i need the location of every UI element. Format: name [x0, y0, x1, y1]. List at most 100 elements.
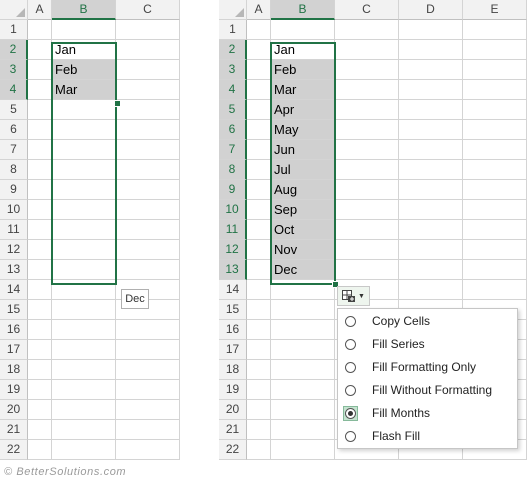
row-header-7[interactable]: 7 — [0, 140, 28, 160]
cell-b16[interactable] — [52, 320, 116, 340]
cell-a10[interactable] — [247, 200, 271, 220]
cell-d14[interactable] — [399, 280, 463, 300]
cell-c18[interactable] — [116, 360, 180, 380]
row-header-4[interactable]: 4 — [0, 80, 28, 100]
cell-a15[interactable] — [247, 300, 271, 320]
cell-b15[interactable] — [271, 300, 335, 320]
row-header-9[interactable]: 9 — [0, 180, 28, 200]
cell-a19[interactable] — [247, 380, 271, 400]
cell-a20[interactable] — [247, 400, 271, 420]
column-header-d[interactable]: D — [399, 0, 463, 20]
cell-c13[interactable] — [335, 260, 399, 280]
row-header-11[interactable]: 11 — [0, 220, 28, 240]
cell-b5[interactable] — [52, 100, 116, 120]
row-header-8[interactable]: 8 — [219, 160, 247, 180]
cell-a17[interactable] — [28, 340, 52, 360]
cell-c4[interactable] — [116, 80, 180, 100]
cell-c22[interactable] — [116, 440, 180, 460]
cell-b22[interactable] — [271, 440, 335, 460]
row-header-1[interactable]: 1 — [0, 20, 28, 40]
cell-e12[interactable] — [463, 240, 527, 260]
row-header-14[interactable]: 14 — [0, 280, 28, 300]
cell-e11[interactable] — [463, 220, 527, 240]
cell-d1[interactable] — [399, 20, 463, 40]
column-header-c[interactable]: C — [116, 0, 180, 20]
cell-b18[interactable] — [52, 360, 116, 380]
auto-fill-options-button[interactable]: ▼ — [337, 286, 370, 306]
cell-e6[interactable] — [463, 120, 527, 140]
cell-b9[interactable] — [52, 180, 116, 200]
cell-b2[interactable]: Jan — [52, 40, 116, 60]
cell-b6[interactable]: May — [271, 120, 335, 140]
cell-e14[interactable] — [463, 280, 527, 300]
row-header-3[interactable]: 3 — [0, 60, 28, 80]
cell-a21[interactable] — [247, 420, 271, 440]
row-header-20[interactable]: 20 — [219, 400, 247, 420]
row-header-12[interactable]: 12 — [0, 240, 28, 260]
cell-b4[interactable]: Mar — [271, 80, 335, 100]
cell-a4[interactable] — [247, 80, 271, 100]
row-header-5[interactable]: 5 — [0, 100, 28, 120]
row-header-4[interactable]: 4 — [219, 80, 247, 100]
row-header-15[interactable]: 15 — [219, 300, 247, 320]
cell-c21[interactable] — [116, 420, 180, 440]
row-header-20[interactable]: 20 — [0, 400, 28, 420]
menu-item-fill-formatting-only[interactable]: Fill Formatting Only — [338, 356, 517, 379]
cell-a12[interactable] — [28, 240, 52, 260]
cell-a6[interactable] — [28, 120, 52, 140]
cell-e7[interactable] — [463, 140, 527, 160]
column-header-c[interactable]: C — [335, 0, 399, 20]
column-header-a[interactable]: A — [247, 0, 271, 20]
cell-e13[interactable] — [463, 260, 527, 280]
cell-b16[interactable] — [271, 320, 335, 340]
cell-c9[interactable] — [335, 180, 399, 200]
cell-d8[interactable] — [399, 160, 463, 180]
cell-a16[interactable] — [28, 320, 52, 340]
cell-c12[interactable] — [335, 240, 399, 260]
row-header-21[interactable]: 21 — [0, 420, 28, 440]
menu-item-fill-without-formatting[interactable]: Fill Without Formatting — [338, 379, 517, 402]
cell-b20[interactable] — [52, 400, 116, 420]
cell-e3[interactable] — [463, 60, 527, 80]
cell-b12[interactable]: Nov — [271, 240, 335, 260]
cell-b15[interactable] — [52, 300, 116, 320]
row-header-5[interactable]: 5 — [219, 100, 247, 120]
row-header-2[interactable]: 2 — [0, 40, 28, 60]
row-header-17[interactable]: 17 — [0, 340, 28, 360]
cell-a2[interactable] — [247, 40, 271, 60]
cell-d4[interactable] — [399, 80, 463, 100]
cell-c6[interactable] — [116, 120, 180, 140]
cell-b19[interactable] — [271, 380, 335, 400]
cell-b10[interactable]: Sep — [271, 200, 335, 220]
cell-b12[interactable] — [52, 240, 116, 260]
cell-b1[interactable] — [271, 20, 335, 40]
cell-c10[interactable] — [116, 200, 180, 220]
cell-c11[interactable] — [335, 220, 399, 240]
row-header-16[interactable]: 16 — [219, 320, 247, 340]
menu-item-copy-cells[interactable]: Copy Cells — [338, 310, 517, 333]
cell-a6[interactable] — [247, 120, 271, 140]
cell-b7[interactable] — [52, 140, 116, 160]
column-header-e[interactable]: E — [463, 0, 527, 20]
cell-a7[interactable] — [247, 140, 271, 160]
cell-c5[interactable] — [335, 100, 399, 120]
row-header-12[interactable]: 12 — [219, 240, 247, 260]
cell-b13[interactable] — [52, 260, 116, 280]
cell-b14[interactable] — [271, 280, 335, 300]
cell-b20[interactable] — [271, 400, 335, 420]
cell-d5[interactable] — [399, 100, 463, 120]
cell-e5[interactable] — [463, 100, 527, 120]
cell-b7[interactable]: Jun — [271, 140, 335, 160]
row-header-10[interactable]: 10 — [219, 200, 247, 220]
cell-b17[interactable] — [271, 340, 335, 360]
cell-d7[interactable] — [399, 140, 463, 160]
cell-b18[interactable] — [271, 360, 335, 380]
cell-a11[interactable] — [28, 220, 52, 240]
cell-a11[interactable] — [247, 220, 271, 240]
column-header-b[interactable]: B — [271, 0, 335, 20]
cell-a18[interactable] — [247, 360, 271, 380]
cell-b2[interactable]: Jan — [271, 40, 335, 60]
row-header-22[interactable]: 22 — [0, 440, 28, 460]
cell-a8[interactable] — [247, 160, 271, 180]
cell-b14[interactable] — [52, 280, 116, 300]
